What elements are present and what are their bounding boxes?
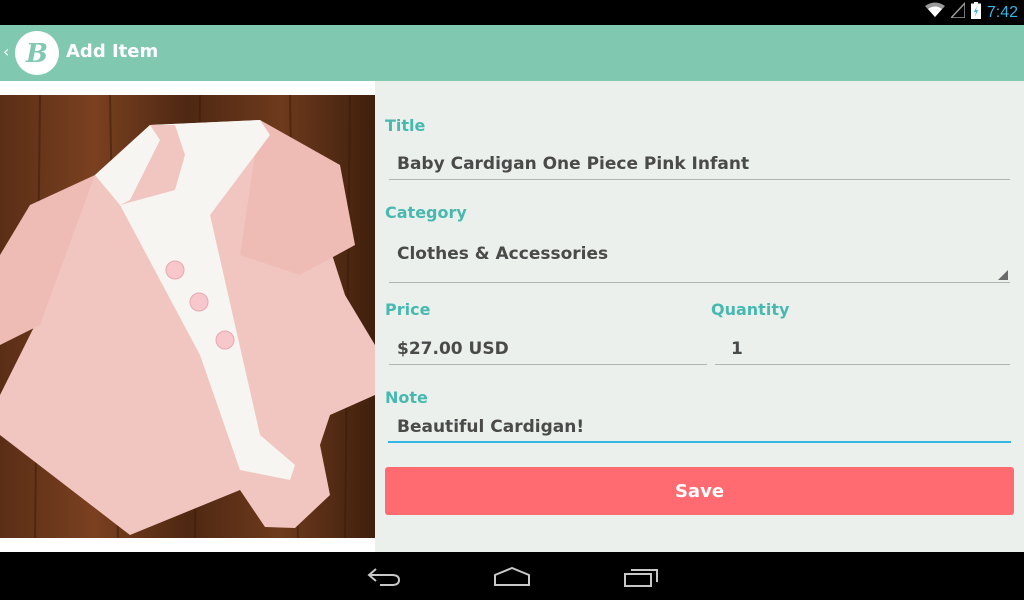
price-underline: [389, 364, 707, 365]
content-area: Title Baby Cardigan One Piece Pink Infan…: [0, 81, 1024, 552]
photo-panel: [0, 81, 375, 552]
back-chevron-icon[interactable]: ‹: [3, 42, 9, 61]
battery-icon: [970, 1, 981, 24]
quantity-label: Quantity: [711, 300, 790, 319]
nav-home-icon[interactable]: [493, 567, 531, 587]
title-underline: [389, 179, 1010, 180]
title-field[interactable]: Baby Cardigan One Piece Pink Infant: [397, 154, 749, 174]
dropdown-arrow-icon[interactable]: [998, 270, 1008, 280]
note-label: Note: [385, 388, 428, 407]
page-title: Add Item: [66, 41, 159, 62]
action-bar: ‹ B Add Item: [0, 25, 1024, 81]
navigation-bar: [0, 552, 1024, 600]
signal-icon: [949, 1, 966, 23]
category-select[interactable]: Clothes & Accessories: [397, 244, 608, 264]
title-label: Title: [385, 116, 426, 135]
note-underline: [388, 441, 1011, 443]
wifi-icon: [924, 2, 945, 23]
status-time: 7:42: [986, 3, 1018, 21]
save-button[interactable]: Save: [385, 467, 1014, 515]
svg-text:B: B: [25, 39, 48, 68]
quantity-underline: [715, 364, 1010, 365]
item-form: Title Baby Cardigan One Piece Pink Infan…: [375, 81, 1024, 552]
category-label: Category: [385, 203, 467, 222]
quantity-field[interactable]: 1: [731, 339, 743, 359]
price-label: Price: [385, 300, 431, 319]
status-bar: 7:42: [0, 0, 1024, 25]
item-photo[interactable]: [0, 95, 375, 538]
nav-recents-icon[interactable]: [623, 566, 659, 588]
status-icons: 7:42: [924, 0, 1018, 25]
app-logo-icon[interactable]: B: [15, 31, 59, 75]
nav-back-icon[interactable]: [366, 566, 402, 588]
category-underline: [389, 282, 1010, 283]
price-field[interactable]: $27.00 USD: [397, 339, 509, 359]
note-field[interactable]: Beautiful Cardigan!: [397, 417, 584, 437]
